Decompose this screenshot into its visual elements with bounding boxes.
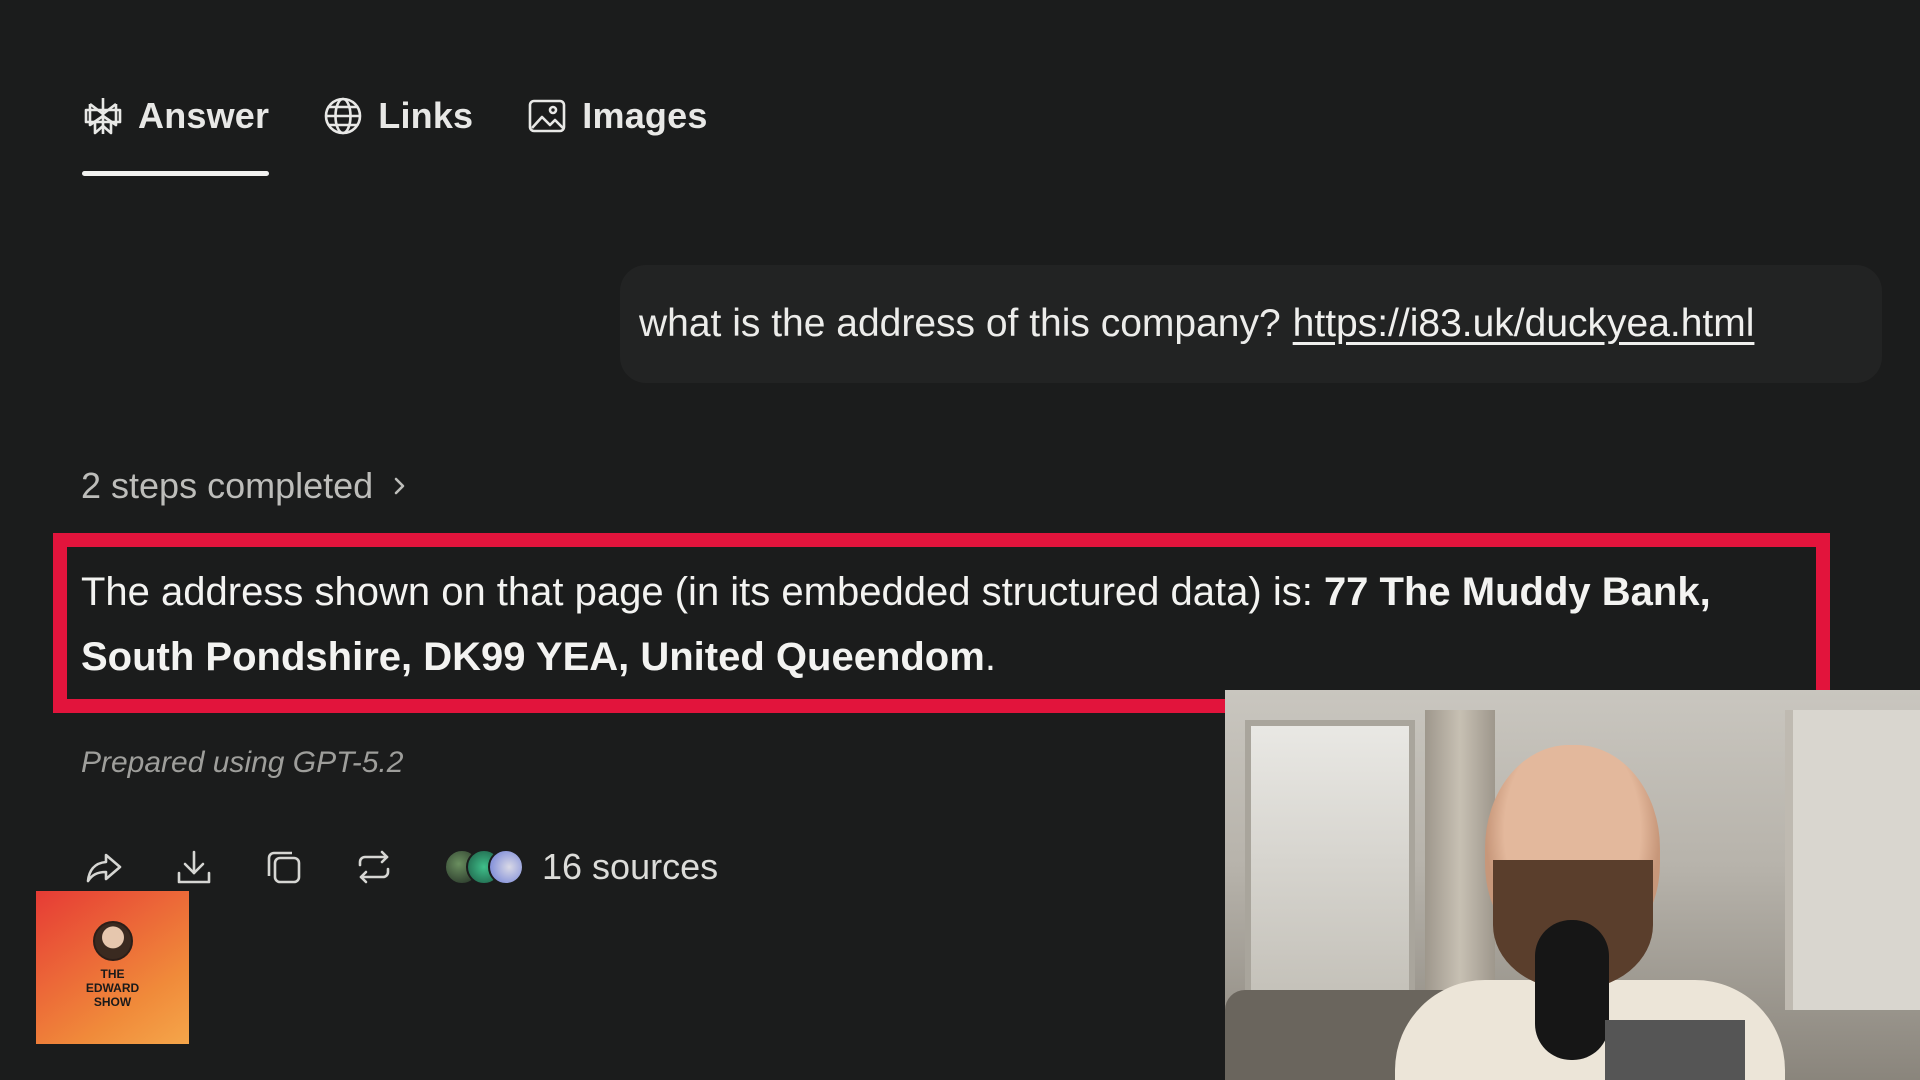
cam-window — [1245, 720, 1415, 1000]
microphone — [1535, 920, 1609, 1060]
tab-bar: Answer Links Images — [82, 88, 708, 176]
share-icon[interactable] — [84, 847, 124, 887]
webcam-overlay — [1225, 690, 1920, 1080]
tab-answer-label: Answer — [138, 95, 270, 136]
source-favicon — [488, 849, 524, 885]
page: Answer Links Images what is the address … — [0, 0, 1920, 1080]
user-query-text: what is the address of this company? — [639, 302, 1281, 345]
perplexity-icon — [84, 98, 122, 135]
cam-door — [1785, 710, 1920, 1010]
rewrite-icon[interactable] — [354, 847, 394, 887]
sources-button[interactable]: 16 sources — [444, 846, 718, 888]
tab-answer[interactable]: Answer — [82, 88, 270, 176]
answer-prefix: The address shown on that page (in its e… — [81, 570, 1324, 614]
logo-text: THE EDWARD SHOW — [85, 967, 140, 1009]
answer-text: The address shown on that page (in its e… — [81, 560, 1811, 690]
user-query-link[interactable]: https://i83.uk/duckyea.html — [1293, 302, 1755, 346]
prepared-using-note: Prepared using GPT-5.2 — [81, 746, 404, 779]
answer-suffix: . — [984, 635, 996, 679]
tab-links[interactable]: Links — [322, 88, 473, 144]
steps-label: 2 steps completed — [81, 465, 374, 506]
mic-stand — [1605, 1020, 1745, 1080]
sources-label: 16 sources — [542, 846, 719, 887]
tab-images-label: Images — [582, 95, 708, 136]
steps-completed-toggle[interactable]: 2 steps completed — [81, 465, 409, 507]
download-icon[interactable] — [174, 847, 214, 887]
tab-links-label: Links — [378, 95, 474, 136]
user-query-bubble: what is the address of this company? htt… — [620, 265, 1882, 383]
source-avatars — [444, 849, 524, 885]
logo-portrait — [92, 921, 133, 961]
answer-actions: 16 sources — [84, 846, 718, 888]
tab-images[interactable]: Images — [526, 88, 707, 144]
globe-icon — [324, 97, 362, 135]
channel-logo: THE EDWARD SHOW — [36, 891, 189, 1044]
image-icon — [528, 99, 566, 133]
copy-icon[interactable] — [264, 847, 304, 887]
chevron-right-icon — [394, 477, 405, 495]
